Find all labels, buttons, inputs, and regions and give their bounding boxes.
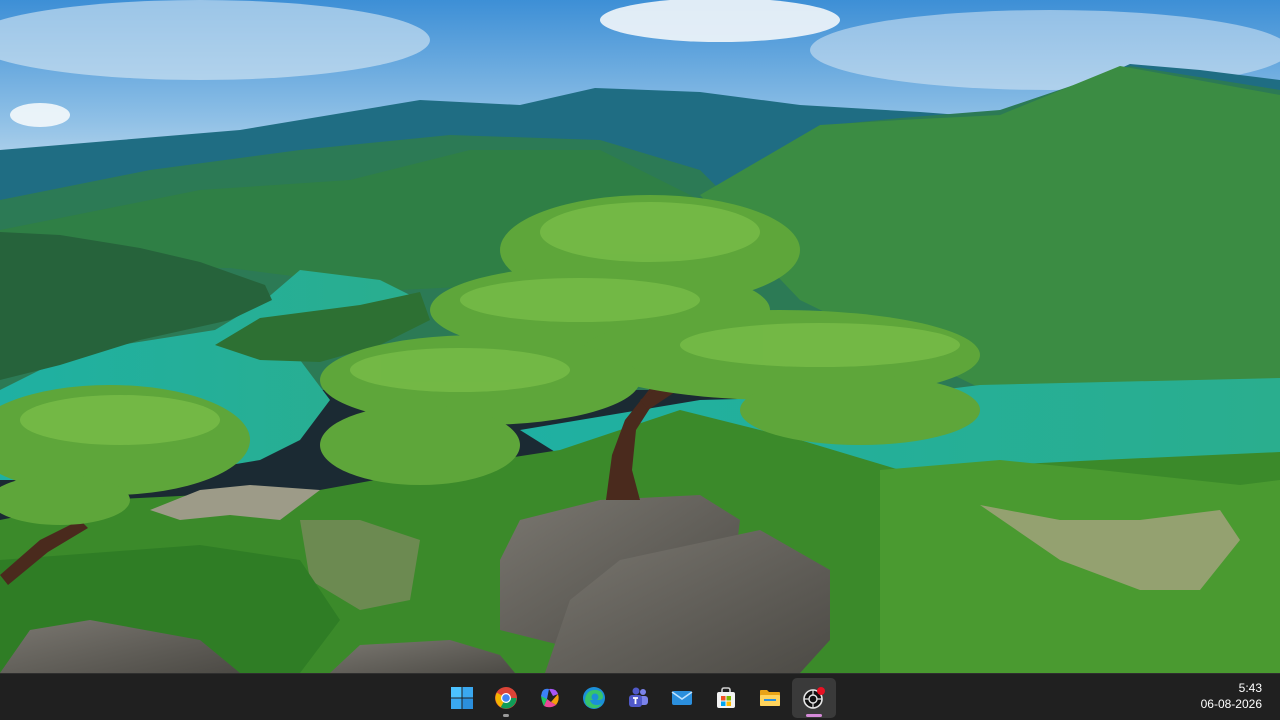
taskbar-teams-button[interactable]: [616, 678, 660, 718]
taskbar: 5:43 06-08-2026: [0, 673, 1280, 720]
mail-icon: [671, 690, 693, 705]
file-explorer-icon: [760, 689, 780, 706]
microsoft-store-icon: [717, 686, 735, 708]
desktop-wallpaper: [0, 0, 1280, 673]
taskbar-apps: [440, 674, 836, 720]
windows-start-icon: [451, 686, 473, 709]
taskbar-screen-recorder-button[interactable]: [792, 677, 836, 718]
copilot-icon: [541, 688, 559, 707]
wallpaper-image: [0, 0, 1280, 673]
taskbar-chrome-button[interactable]: [484, 678, 528, 718]
chrome-icon: [495, 686, 517, 709]
taskbar-copilot-button[interactable]: [528, 678, 572, 718]
taskbar-mail-button[interactable]: [660, 678, 704, 718]
start-button[interactable]: [440, 678, 484, 718]
edge-icon: [583, 686, 605, 709]
system-clock[interactable]: 5:43 06-08-2026: [1201, 680, 1262, 712]
running-indicator: [503, 713, 509, 717]
taskbar-edge-button[interactable]: [572, 678, 616, 718]
active-indicator: [806, 713, 822, 717]
teams-icon: [629, 687, 648, 707]
screen-recorder-icon: [803, 686, 825, 709]
clock-time: 5:43: [1238, 681, 1262, 695]
taskbar-file-explorer-button[interactable]: [748, 678, 792, 718]
clock-date: 06-08-2026: [1200, 697, 1262, 711]
taskbar-store-button[interactable]: [704, 678, 748, 718]
